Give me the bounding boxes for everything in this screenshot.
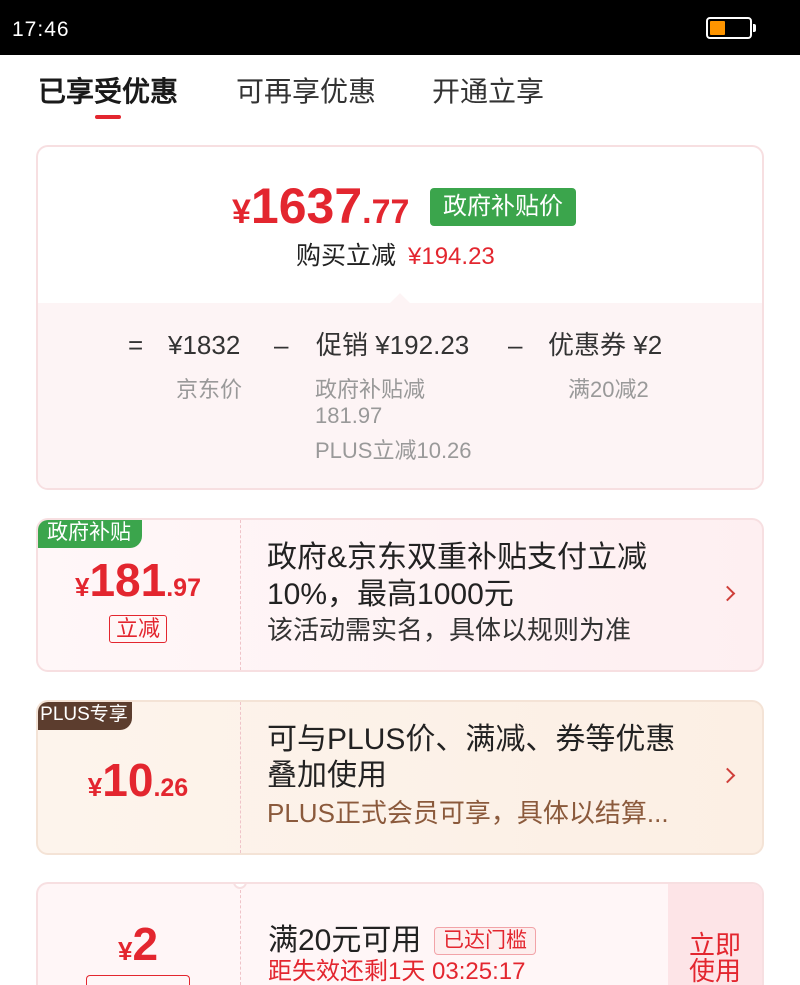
offer-government-subsidy[interactable]: 政府补贴 ¥181.97 立减 政府&京东双重补贴支付立减 10%，最高1000… <box>36 518 764 672</box>
coupon-countdown: 距失效还剩1天 03:25:17 <box>268 958 526 985</box>
minus-sign: – <box>274 330 289 360</box>
offer-amount: ¥10.26 <box>38 755 238 817</box>
breakdown-notch <box>390 293 410 313</box>
offer-description: PLUS正式会员可享，具体以结算... <box>267 798 669 828</box>
promotion-note: 181.97 <box>315 403 383 428</box>
offer-coupon[interactable]: ¥2 满20元可用 已达门槛 距失效还剩1天 03:25:17 立即 使用 <box>36 882 764 985</box>
minus-sign: – <box>508 330 523 360</box>
active-tab-indicator <box>95 115 121 119</box>
offer-amount-label-wrap: 立减 <box>38 615 238 643</box>
offer-amount: ¥181.97 <box>38 555 238 617</box>
equals-sign: = <box>128 330 144 360</box>
jd-price-note: 京东价 <box>176 377 243 402</box>
total-saving: 购买立减 ¥194.23 <box>296 240 495 273</box>
dashed-divider <box>240 890 241 985</box>
status-time: 17:46 <box>12 18 70 41</box>
use-now-button[interactable]: 立即 使用 <box>668 884 762 985</box>
promotion-amount: 促销 ¥192.23 <box>316 327 469 363</box>
chevron-right-icon[interactable] <box>719 585 736 602</box>
dashed-divider <box>240 520 241 670</box>
offer-title: 叠加使用 <box>267 759 387 792</box>
offer-amount-label: 立减 <box>108 615 167 643</box>
coupon-label: 优惠券 <box>548 330 627 360</box>
coupon-amount-symbol: ¥ <box>117 936 133 966</box>
offer-amount-symbol: ¥ <box>75 572 90 602</box>
tab-enjoyed-discounts[interactable]: 已享受优惠 <box>38 74 178 110</box>
dashed-divider <box>240 702 241 853</box>
offer-plus-member[interactable]: PLUS专享 ¥10.26 可与PLUS价、满减、券等优惠 叠加使用 PLUS正… <box>36 700 764 855</box>
saving-value: ¥194.23 <box>408 243 495 270</box>
offer-title: 政府&京东双重补贴支付立减 <box>267 541 648 574</box>
saving-label: 购买立减 <box>296 242 397 270</box>
use-now-label: 使用 <box>688 956 741 985</box>
status-bar: 17:46 <box>0 0 800 55</box>
coupon-note: 满20减2 <box>568 377 649 402</box>
coupon-amount: ¥2 <box>38 919 238 981</box>
price-breakdown: = ¥1832 – 促销 ¥192.23 – 优惠券 ¥2 京东价 政府补贴减 … <box>38 293 762 488</box>
jd-price-value: ¥1832 <box>168 330 241 360</box>
offer-tag: PLUS专享 <box>38 702 132 730</box>
coupon-type-badge <box>86 975 190 985</box>
tab-more-discounts[interactable]: 可再享优惠 <box>236 74 376 110</box>
subsidy-price-tag: 政府补贴价 <box>430 188 576 226</box>
final-price: ¥1637.77 <box>232 176 409 249</box>
coupon-condition: 满20元可用 <box>268 924 422 957</box>
final-price-integer: 1637 <box>250 178 363 234</box>
battery-nub <box>753 24 756 32</box>
chevron-right-icon[interactable] <box>719 767 736 784</box>
offer-amount-decimal: .26 <box>153 774 189 802</box>
offer-title: 10%，最高1000元 <box>267 578 514 611</box>
offer-amount-integer: 10 <box>102 754 154 806</box>
final-price-decimal: .77 <box>362 193 410 231</box>
threshold-met-badge: 已达门槛 <box>434 927 536 955</box>
offer-description: 该活动需实名，具体以规则为准 <box>267 615 632 645</box>
price-summary-card: ¥1637.77 政府补贴价 购买立减 ¥194.23 = ¥1832 – 促销 … <box>36 145 764 490</box>
promotion-label: 促销 <box>316 330 369 360</box>
use-now-label: 立即 <box>688 930 741 960</box>
offer-tag: 政府补贴 <box>38 520 142 548</box>
tab-activate-to-enjoy[interactable]: 开通立享 <box>432 74 544 110</box>
promotion-value: ¥192.23 <box>375 330 470 360</box>
offer-title: 可与PLUS价、满减、券等优惠 <box>267 723 676 756</box>
coupon-amount: 优惠券 ¥2 <box>548 327 662 363</box>
promotion-note: 政府补贴减 <box>315 377 426 402</box>
coupon-amount-integer: 2 <box>132 918 159 970</box>
offer-amount-decimal: .97 <box>166 574 201 602</box>
coupon-value: ¥2 <box>633 330 663 360</box>
promotion-note: PLUS立减10.26 <box>315 438 472 463</box>
coupon-notch <box>233 884 247 889</box>
battery-level-fill <box>710 21 725 35</box>
final-price-symbol: ¥ <box>232 193 251 231</box>
battery-icon <box>706 17 756 39</box>
offer-amount-integer: 181 <box>89 554 167 606</box>
offer-amount-symbol: ¥ <box>87 772 103 802</box>
